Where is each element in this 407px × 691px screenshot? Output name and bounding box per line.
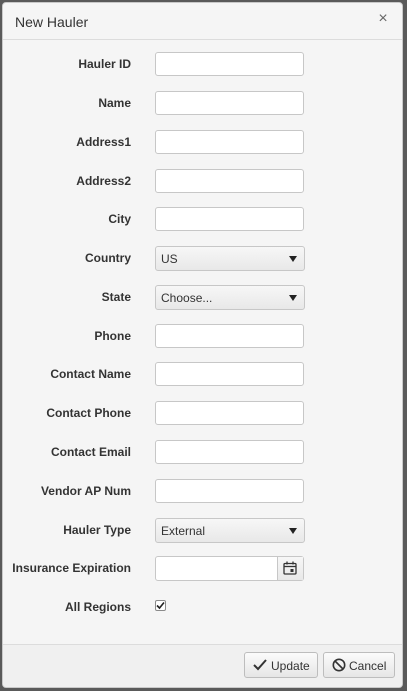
address2-label: Address2	[76, 174, 131, 188]
country-label: Country	[85, 251, 131, 265]
vendor-ap-num-label: Vendor AP Num	[40, 484, 131, 498]
address2-row: Address2	[3, 169, 402, 195]
contact-phone-label: Contact Phone	[46, 406, 131, 420]
state-label: State	[101, 290, 131, 304]
city-row: City	[3, 207, 402, 233]
new-hauler-dialog: New Hauler × Hauler ID Name Address1 Add…	[2, 2, 403, 688]
dialog-title: New Hauler	[15, 14, 89, 30]
address1-row: Address1	[3, 130, 402, 156]
contact-name-label: Contact Name	[50, 367, 131, 381]
insurance-expiration-field	[155, 556, 304, 582]
dialog-titlebar: New Hauler ×	[3, 3, 402, 40]
update-button-label: Update	[271, 659, 310, 673]
calendar-icon	[283, 561, 297, 575]
contact-email-input[interactable]	[155, 440, 304, 464]
contact-name-row: Contact Name	[3, 362, 402, 388]
vendor-ap-num-row: Vendor AP Num	[3, 479, 402, 505]
name-row: Name	[3, 91, 402, 117]
name-label: Name	[98, 96, 131, 110]
state-selected-value: Choose...	[161, 291, 213, 305]
hauler-type-row: Hauler Type External	[3, 518, 402, 544]
address1-input[interactable]	[155, 130, 304, 154]
address1-label: Address1	[76, 135, 131, 149]
country-select[interactable]: US	[155, 246, 305, 271]
cancel-button-label: Cancel	[349, 659, 387, 673]
contact-phone-input[interactable]	[155, 401, 304, 425]
vendor-ap-num-input[interactable]	[155, 479, 304, 503]
all-regions-checkbox[interactable]	[155, 600, 166, 611]
ban-icon	[332, 658, 346, 672]
chevron-down-icon	[289, 295, 297, 301]
address2-input[interactable]	[155, 169, 304, 193]
checkmark-icon	[253, 659, 267, 671]
hauler-type-label: Hauler Type	[63, 523, 131, 537]
all-regions-row: All Regions	[3, 596, 402, 622]
hauler-type-selected-value: External	[161, 524, 206, 538]
chevron-down-icon	[289, 528, 297, 534]
hauler-id-input[interactable]	[155, 52, 304, 76]
name-input[interactable]	[155, 91, 304, 115]
insurance-expiration-label: Insurance Expiration	[12, 561, 131, 575]
checkmark-icon	[156, 601, 165, 610]
phone-label: Phone	[94, 329, 131, 343]
hauler-type-select[interactable]: External	[155, 518, 305, 543]
state-row: State Choose...	[3, 285, 402, 311]
country-row: Country US	[3, 246, 402, 272]
calendar-button[interactable]	[277, 557, 303, 580]
phone-row: Phone	[3, 324, 402, 350]
contact-phone-row: Contact Phone	[3, 401, 402, 427]
contact-name-input[interactable]	[155, 362, 304, 386]
city-label: City	[108, 212, 131, 226]
country-selected-value: US	[161, 252, 178, 266]
state-select[interactable]: Choose...	[155, 285, 305, 310]
close-icon[interactable]: ×	[374, 10, 392, 28]
contact-email-row: Contact Email	[3, 440, 402, 466]
hauler-id-row: Hauler ID	[3, 52, 402, 78]
cancel-button[interactable]: Cancel	[323, 652, 395, 678]
dialog-footer: Update Cancel	[3, 644, 402, 687]
insurance-expiration-row: Insurance Expiration	[3, 556, 402, 582]
phone-input[interactable]	[155, 324, 304, 348]
update-button[interactable]: Update	[244, 652, 318, 678]
chevron-down-icon	[289, 256, 297, 262]
city-input[interactable]	[155, 207, 304, 231]
insurance-expiration-input[interactable]	[156, 557, 282, 582]
all-regions-label: All Regions	[64, 600, 131, 614]
contact-email-label: Contact Email	[50, 445, 131, 459]
hauler-id-label: Hauler ID	[78, 57, 131, 71]
